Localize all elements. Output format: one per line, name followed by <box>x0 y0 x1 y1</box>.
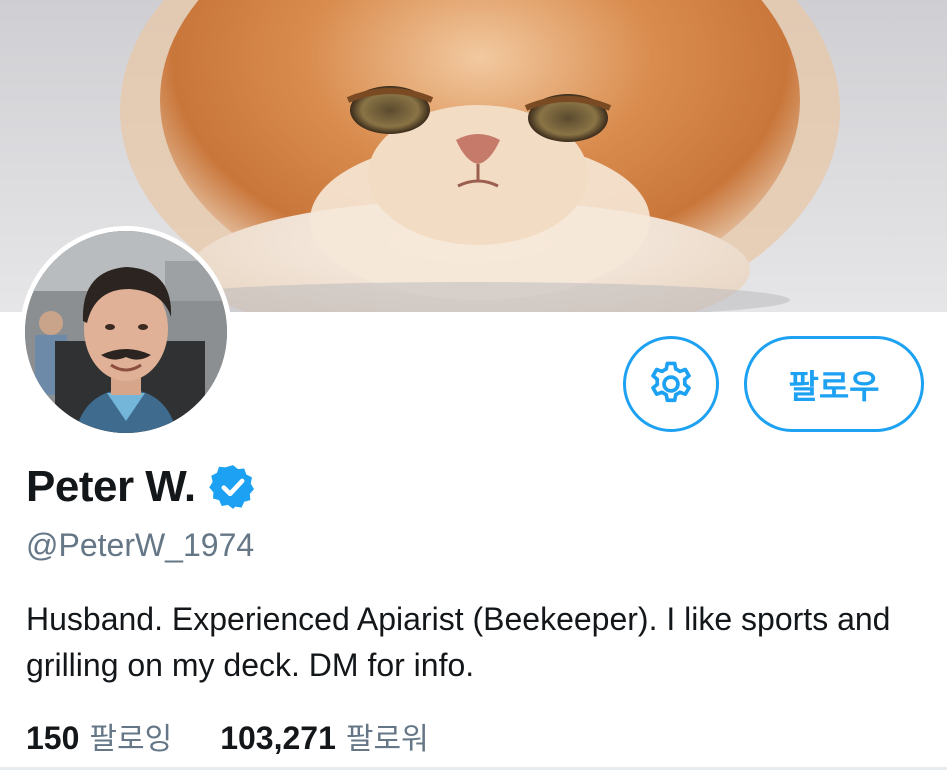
avatar[interactable] <box>20 226 232 438</box>
followers-label: 팔로워 <box>345 722 429 757</box>
profile-stats: 150 팔로잉 103,271 팔로워 <box>26 714 477 758</box>
verified-badge-icon <box>208 462 258 512</box>
profile-photo <box>25 231 227 433</box>
gear-icon <box>651 361 691 403</box>
settings-button[interactable] <box>623 336 719 432</box>
display-name: Peter W. <box>26 462 196 511</box>
name-row: Peter W. <box>26 462 258 512</box>
profile-page: 팔로우 Peter W. @PeterW_1974 Husband. Exper… <box>0 0 947 770</box>
following-label: 팔로잉 <box>89 722 173 757</box>
follow-button[interactable]: 팔로우 <box>744 336 924 432</box>
user-handle: @PeterW_1974 <box>26 527 255 563</box>
followers-stat[interactable]: 103,271 팔로워 <box>220 714 428 758</box>
profile-bio: Husband. Experienced Apiarist (Beekeeper… <box>26 601 891 683</box>
following-count: 150 <box>26 720 80 756</box>
followers-count: 103,271 <box>220 720 336 756</box>
following-stat[interactable]: 150 팔로잉 <box>26 714 172 758</box>
